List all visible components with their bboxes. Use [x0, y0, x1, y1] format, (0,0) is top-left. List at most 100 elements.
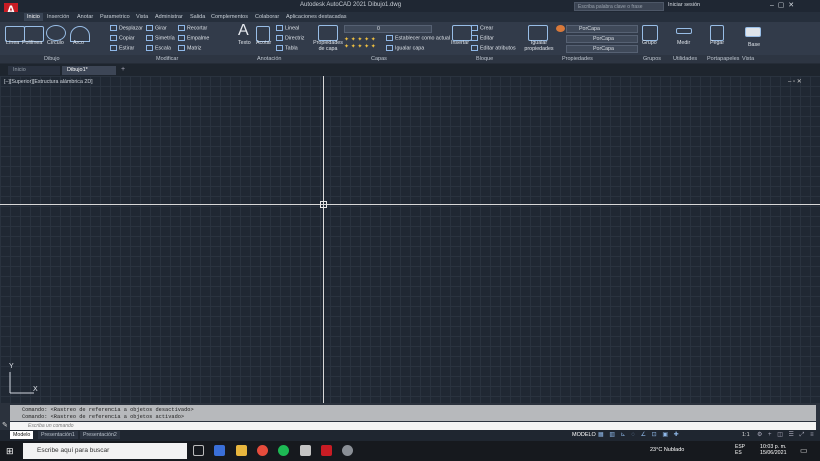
panel-label-draw[interactable]: Dibujo	[44, 56, 60, 62]
color-dropdown[interactable]: PorCapa	[566, 25, 638, 33]
command-input[interactable]: Escriba un comando	[10, 422, 816, 430]
doc-tab-drawing1[interactable]: Dibujo1*	[62, 66, 116, 75]
drawing-viewport[interactable]: [–][Superior][Estructura alámbrica 2D] –…	[0, 76, 820, 403]
group-icon	[642, 25, 658, 41]
panel-label-properties[interactable]: Propiedades	[562, 56, 593, 62]
stretch-button[interactable]: Estirar	[110, 45, 134, 51]
circle-button[interactable]: Círculo	[47, 40, 64, 46]
edit-block-button[interactable]: Editar	[471, 35, 494, 41]
layer-tools-icons[interactable]: ✦ ✦ ✦ ✦ ✦ ✦ ✦ ✦ ✦ ✦	[344, 36, 376, 50]
tab-insercion[interactable]: Inserción	[44, 13, 72, 21]
leader-button[interactable]: Directriz	[276, 35, 304, 41]
viewport-controls-label[interactable]: [–][Superior][Estructura alámbrica 2D]	[4, 79, 93, 85]
tab-aplicaciones[interactable]: Aplicaciones destacadas	[283, 13, 350, 21]
wrench-icon[interactable]: ✎	[2, 421, 8, 429]
panel-label-annotation[interactable]: Anotación	[257, 56, 281, 62]
arc-button[interactable]: Arco	[73, 40, 84, 46]
linear-button[interactable]: Lineal	[276, 25, 299, 31]
panel-label-block[interactable]: Bloque	[476, 56, 493, 62]
rotate-button[interactable]: Girar	[146, 25, 167, 31]
annotation-scale[interactable]: 1:1	[742, 432, 750, 438]
fillet-button[interactable]: Empalme	[178, 35, 209, 41]
tab-complementos[interactable]: Complementos	[208, 13, 251, 21]
scale-label: Escala	[155, 45, 171, 52]
layer-properties-button[interactable]: Propiedades de capa	[312, 40, 344, 52]
tab-inicio[interactable]: Inicio	[24, 13, 43, 21]
scale-button[interactable]: Escala	[146, 45, 171, 51]
tab-anotar[interactable]: Anotar	[74, 13, 96, 21]
ucs-y-label: Y	[9, 363, 14, 370]
scale-icon	[146, 45, 153, 51]
tab-administrar[interactable]: Administrar	[152, 13, 186, 21]
layout-tab-presentacion2[interactable]: Presentación2	[80, 431, 120, 439]
clock-date: 15/06/2021	[760, 450, 787, 456]
viewport-window-controls[interactable]: – ▫ ✕	[788, 78, 802, 85]
taskbar-search[interactable]: Escribe aquí para buscar	[23, 443, 187, 459]
panel-label-utilities[interactable]: Utilidades	[673, 56, 697, 62]
task-view-icon[interactable]	[193, 445, 204, 456]
notifications-icon[interactable]: ▭	[800, 446, 808, 455]
windows-start-icon[interactable]: ⊞	[6, 446, 14, 457]
lineweight-dropdown[interactable]: PorCapa	[566, 45, 638, 53]
tab-vista[interactable]: Vista	[133, 13, 151, 21]
app-icon[interactable]	[300, 445, 311, 456]
match-properties-button[interactable]: Igualar propiedades	[524, 40, 554, 52]
paste-button[interactable]: Pegar	[710, 40, 724, 46]
status-bar: Modelo Presentación1 Presentación2 MODEL…	[0, 430, 820, 441]
model-space-toggle[interactable]: MODELO	[572, 432, 596, 438]
sign-in-link[interactable]: Iniciar sesión	[668, 2, 700, 8]
trim-button[interactable]: Recortar	[178, 25, 207, 31]
paste-icon	[710, 25, 724, 41]
polyline-button[interactable]: Polilínea	[22, 40, 42, 46]
line-button[interactable]: Línea	[6, 40, 19, 46]
tab-parametrico[interactable]: Parametrico	[97, 13, 133, 21]
measure-button[interactable]: Medir	[677, 40, 690, 46]
group-button[interactable]: Grupo	[642, 40, 657, 46]
drafting-toggles[interactable]: ▦ ▥ ⊾ ◌ ∠ ⊡ ▣ ✚	[598, 431, 681, 438]
search-input[interactable]: Escriba palabra clave o frase	[574, 2, 664, 11]
match-layer-button[interactable]: Igualar capa	[386, 45, 424, 51]
insert-icon	[452, 25, 472, 41]
app-icon-2[interactable]	[342, 445, 353, 456]
weather-widget[interactable]: 23°C Nublado	[650, 447, 684, 453]
file-explorer-icon[interactable]	[236, 445, 247, 456]
mirror-icon	[146, 35, 153, 41]
insert-button[interactable]: Insertar	[451, 40, 469, 46]
move-button[interactable]: Desplazar	[110, 25, 143, 31]
panel-label-view[interactable]: Vista	[742, 56, 754, 62]
dimension-button[interactable]: Acotar	[256, 40, 271, 46]
array-button[interactable]: Matriz	[178, 45, 201, 51]
trim-icon	[178, 25, 185, 31]
mirror-button[interactable]: Simetría	[146, 35, 175, 41]
status-tools[interactable]: ⚙ + ◫ ☰ ⤢ ≡	[757, 431, 816, 439]
clock[interactable]: 10:03 p. m. 15/06/2021	[760, 444, 787, 456]
layer-dropdown[interactable]: 0	[344, 25, 432, 33]
tab-salida[interactable]: Salida	[187, 13, 208, 21]
copy-button[interactable]: Copiar	[110, 35, 135, 41]
panel-label-modify[interactable]: Modificar	[156, 56, 178, 62]
window-controls[interactable]: – ▢ ✕	[770, 1, 794, 9]
linetype-dropdown[interactable]: PorCapa	[566, 35, 638, 43]
chrome-icon[interactable]	[257, 445, 268, 456]
set-current-button[interactable]: Establecer como actual	[386, 35, 450, 41]
doc-tab-start[interactable]: Inicio	[8, 66, 60, 75]
language-indicator[interactable]: ESP ES	[735, 444, 745, 456]
layout-tab-model[interactable]: Modelo	[10, 431, 34, 439]
text-icon: A	[238, 22, 249, 39]
edit-block-label: Editar	[480, 35, 494, 42]
panel-label-groups[interactable]: Grupos	[643, 56, 661, 62]
autocad-taskbar-icon[interactable]	[321, 445, 332, 456]
text-button[interactable]: Texto	[238, 40, 251, 46]
panel-label-layers[interactable]: Capas	[371, 56, 387, 62]
edge-icon[interactable]	[214, 445, 225, 456]
new-tab-icon[interactable]: +	[121, 66, 125, 73]
layout-tab-presentacion1[interactable]: Presentación1	[38, 431, 78, 439]
spotify-icon[interactable]	[278, 445, 289, 456]
tab-colaborar[interactable]: Colaborar	[252, 13, 282, 21]
edit-attributes-button[interactable]: Editar atributos	[471, 45, 516, 51]
panel-label-clipboard[interactable]: Portapapeles	[707, 56, 739, 62]
create-block-button[interactable]: Crear	[471, 25, 493, 31]
table-button[interactable]: Tabla	[276, 45, 298, 51]
set-current-label: Establecer como actual	[395, 35, 451, 42]
base-view-button[interactable]: Base	[748, 42, 760, 48]
